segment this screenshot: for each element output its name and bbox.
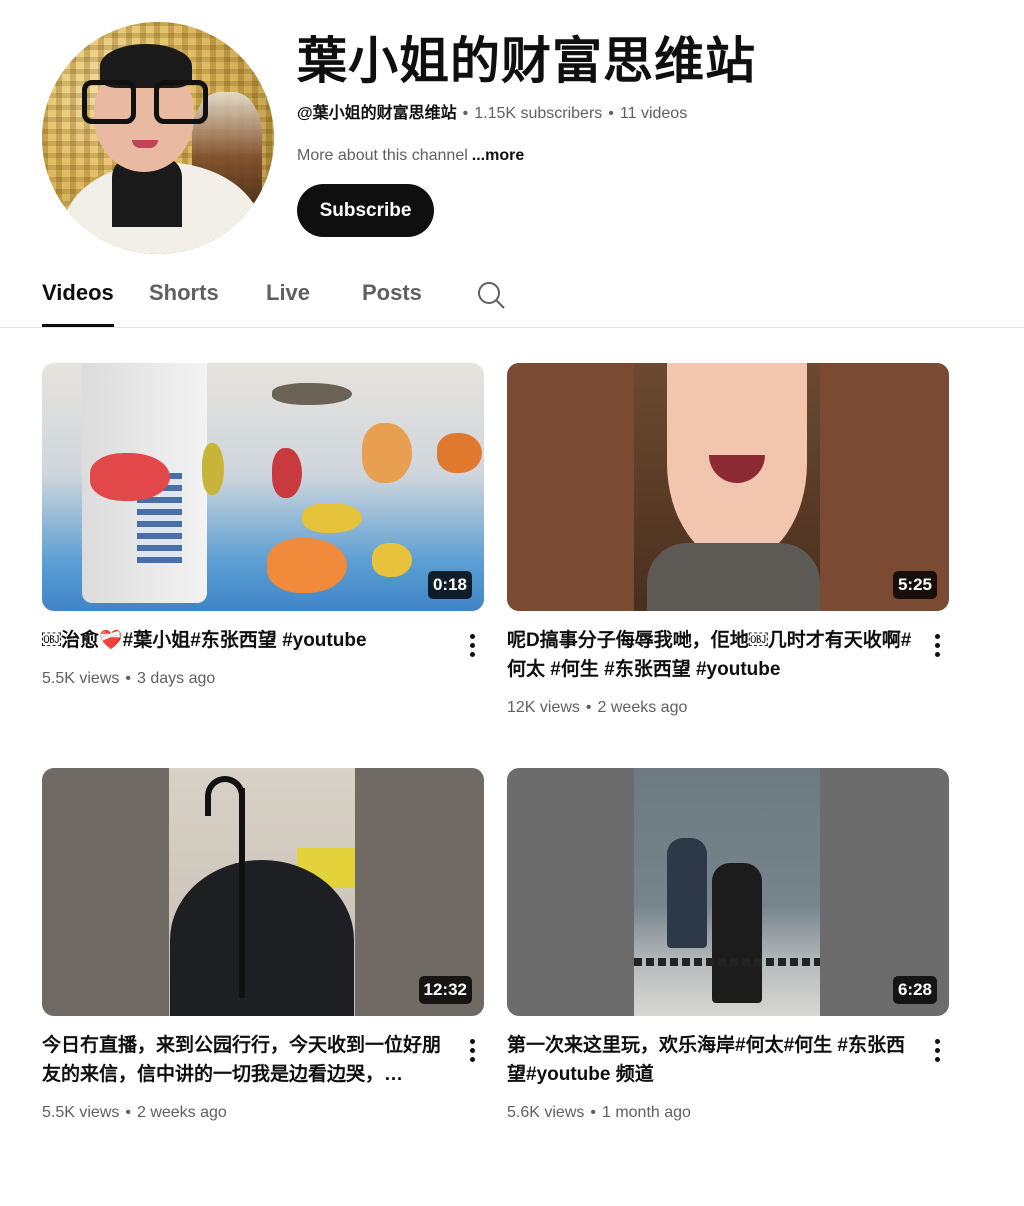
video-duration: 6:28	[892, 976, 937, 1004]
tab-videos[interactable]: Videos	[42, 280, 114, 306]
view-count: 5.5K views	[42, 670, 120, 687]
channel-avatar[interactable]	[42, 22, 274, 254]
channel-name: 葉小姐的财富思维站	[297, 33, 756, 89]
video-stats: 5.5K views • 2 weeks ago	[42, 1102, 227, 1124]
video-duration: 0:18	[427, 571, 472, 599]
view-count: 12K views	[507, 699, 580, 716]
tab-posts[interactable]: Posts	[362, 280, 422, 306]
channel-handle: @葉小姐的财富思维站	[297, 105, 457, 122]
video-duration: 12:32	[418, 976, 472, 1004]
tab-live[interactable]: Live	[266, 280, 310, 306]
channel-header: 葉小姐的财富思维站 @葉小姐的财富思维站 • 1.15K subscribers • 1…	[0, 0, 1024, 260]
upload-age: 2 weeks ago	[597, 699, 688, 716]
channel-about[interactable]: More about this channel ...more	[297, 145, 524, 167]
video-title[interactable]: ￼治愈❤️‍🩹#葉小姐#东张西望 #youtube	[42, 626, 450, 655]
video-count: 11 videos	[619, 105, 688, 122]
about-more-link[interactable]: ...more	[472, 147, 524, 164]
separator-dot: •	[125, 1104, 131, 1121]
separator-dot: •	[125, 670, 131, 687]
video-title[interactable]: 今日冇直播，来到公园行行，今天收到一位好朋友的来信，信中讲的一切我是边看边哭，…	[42, 1031, 450, 1089]
video-title[interactable]: 第一次来这里玩，欢乐海岸#何太#何生 #东张西望#youtube 频道	[507, 1031, 915, 1089]
umbrella-image	[205, 776, 245, 816]
separator-dot: •	[585, 699, 592, 716]
tab-shorts[interactable]: Shorts	[149, 280, 219, 306]
search-icon[interactable]	[476, 280, 506, 310]
video-stats: 5.6K views • 1 month ago	[507, 1102, 691, 1124]
video-duration: 5:25	[892, 571, 937, 599]
separator-dot: •	[608, 105, 614, 122]
video-thumbnail[interactable]: 6:28	[507, 768, 949, 1016]
channel-meta: @葉小姐的财富思维站 • 1.15K subscribers • 11 videos	[297, 103, 687, 125]
upload-age: 1 month ago	[601, 1104, 691, 1121]
subscriber-count: 1.15K subscribers	[474, 105, 603, 122]
subscribe-button[interactable]: Subscribe	[297, 184, 434, 237]
view-count: 5.6K views	[507, 1104, 585, 1121]
more-options-icon[interactable]	[460, 631, 484, 659]
more-options-icon[interactable]	[925, 631, 949, 659]
separator-dot: •	[462, 105, 469, 122]
glasses-image	[82, 80, 208, 126]
video-thumbnail[interactable]: 0:18	[42, 363, 484, 611]
video-stats: 5.5K views • 3 days ago	[42, 668, 215, 690]
video-thumbnail[interactable]: 5:25	[507, 363, 949, 611]
channel-tabs: Videos Shorts Live Posts	[0, 270, 1024, 328]
video-stats: 12K views • 2 weeks ago	[507, 697, 687, 719]
separator-dot: •	[590, 1104, 596, 1121]
more-options-icon[interactable]	[925, 1036, 949, 1064]
view-count: 5.5K views	[42, 1104, 120, 1121]
active-tab-indicator	[42, 324, 114, 327]
upload-age: 2 weeks ago	[136, 1104, 227, 1121]
video-title[interactable]: 呢D搞事分子侮辱我哋，佢地￼几时才有天收啊#何太 #何生 #东张西望 #yout…	[507, 626, 915, 684]
upload-age: 3 days ago	[136, 670, 216, 687]
video-thumbnail[interactable]: 12:32	[42, 768, 484, 1016]
about-text: More about this channel	[297, 147, 468, 164]
more-options-icon[interactable]	[460, 1036, 484, 1064]
